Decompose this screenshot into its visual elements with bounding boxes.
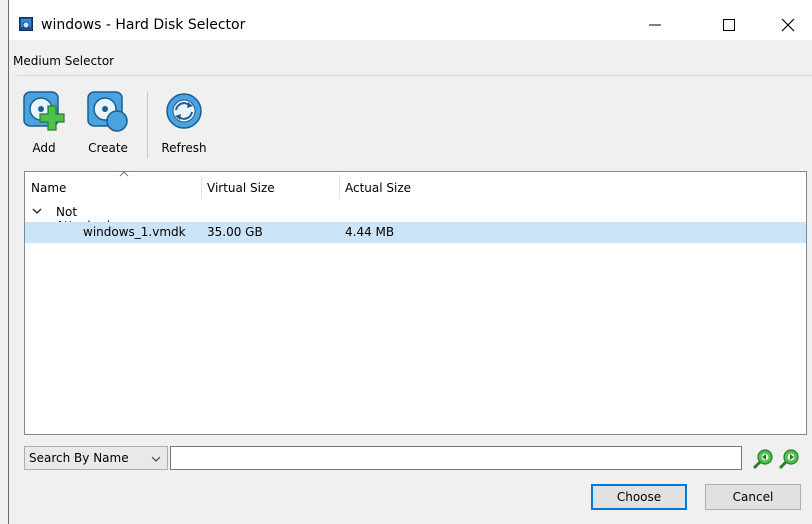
maximize-button[interactable]	[709, 10, 749, 40]
cell-disk-name: windows_1.vmdk	[83, 225, 186, 239]
column-header-actual-size[interactable]: Actual Size	[345, 174, 505, 200]
refresh-button[interactable]: Refresh	[156, 88, 212, 155]
cancel-button[interactable]: Cancel	[705, 484, 801, 510]
search-mode-select[interactable]: Search By Name	[24, 446, 168, 470]
minimize-button[interactable]	[635, 10, 675, 40]
column-divider	[339, 175, 340, 199]
menu-bar: Medium Selector	[9, 40, 812, 84]
close-icon	[781, 18, 795, 32]
search-previous-icon[interactable]	[752, 448, 774, 470]
create-button[interactable]: Create	[83, 88, 133, 155]
add-label: Add	[32, 141, 56, 155]
cell-actual-size: 4.44 MB	[345, 225, 395, 239]
choose-button[interactable]: Choose	[591, 484, 687, 510]
close-button[interactable]	[768, 10, 808, 40]
refresh-icon	[166, 93, 202, 129]
toolbar-divider	[17, 75, 812, 76]
table-row[interactable]: windows_1.vmdk 35.00 GB 4.44 MB	[25, 222, 806, 243]
cell-virtual-size: 35.00 GB	[207, 225, 263, 239]
hard-disk-selector-window: windows - Hard Disk Selector Medium Sele…	[9, 0, 812, 524]
create-disk-icon	[87, 91, 128, 132]
create-label: Create	[88, 141, 128, 155]
column-header-virtual-size[interactable]: Virtual Size	[207, 174, 337, 200]
add-disk-icon	[23, 91, 65, 131]
column-divider	[201, 175, 202, 199]
refresh-label: Refresh	[161, 141, 207, 155]
chevron-down-icon	[151, 456, 161, 462]
window-title: windows - Hard Disk Selector	[41, 17, 246, 33]
title-bar[interactable]: windows - Hard Disk Selector	[9, 0, 812, 40]
search-next-icon[interactable]	[778, 448, 800, 470]
background-window-edge	[0, 0, 9, 524]
toolbar-separator	[147, 92, 148, 158]
virtualbox-app-icon	[19, 17, 33, 31]
column-header-name[interactable]: Name	[31, 171, 199, 200]
add-button[interactable]: Add	[21, 88, 67, 155]
menu-medium-selector[interactable]: Medium Selector	[13, 54, 114, 68]
chevron-down-icon[interactable]	[31, 205, 43, 217]
maximize-icon	[723, 19, 735, 31]
minimize-icon	[649, 24, 661, 26]
search-input[interactable]	[170, 446, 742, 470]
sort-ascending-icon	[119, 171, 129, 177]
disk-table[interactable]: Name Virtual Size Actual Size Not Attach…	[24, 171, 807, 435]
